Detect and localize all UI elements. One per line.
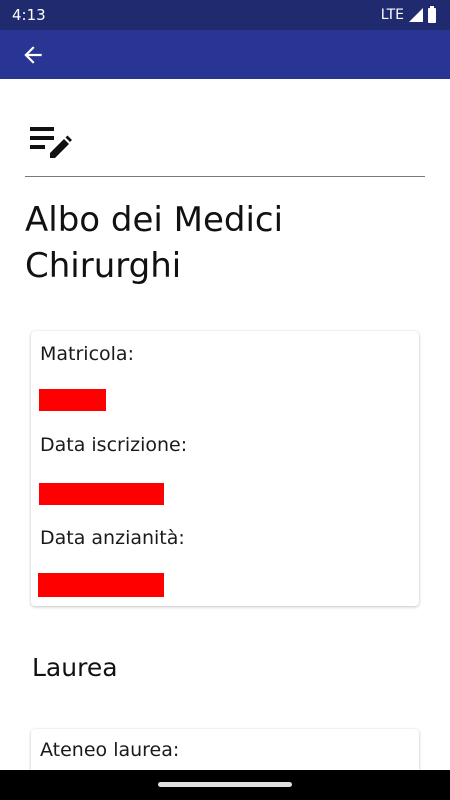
degree-card: Ateneo laurea: (31, 729, 419, 770)
redacted-value-matricola (39, 389, 106, 411)
field-label-data-iscrizione: Data iscrizione: (40, 434, 188, 456)
status-bar: 4:13 LTE (0, 0, 450, 30)
status-indicators: LTE (380, 5, 436, 24)
edit-list-icon (30, 127, 72, 158)
navigation-bar (0, 770, 450, 800)
network-type: LTE (380, 7, 404, 23)
redacted-value-data-iscrizione (39, 483, 164, 505)
field-label-ateneo-laurea: Ateneo laurea: (40, 739, 180, 761)
content-scroll-area[interactable]: Albo dei Medici Chirurghi Matricola: Dat… (0, 79, 450, 770)
app-bar (0, 30, 450, 79)
arrow-left-icon (24, 46, 42, 64)
back-button[interactable] (20, 42, 46, 68)
field-label-data-anzianita: Data anzianità: (40, 527, 185, 549)
status-time: 4:13 (12, 6, 46, 24)
header-divider (25, 176, 425, 177)
home-indicator[interactable] (158, 782, 292, 787)
page-title: Albo dei Medici Chirurghi (25, 200, 284, 286)
section-title-laurea: Laurea (32, 653, 118, 682)
signal-icon (409, 8, 423, 22)
battery-icon (428, 5, 436, 23)
field-label-matricola: Matricola: (40, 343, 134, 365)
registration-card: Matricola: Data iscrizione: Data anziani… (31, 331, 419, 606)
redacted-value-data-anzianita (38, 573, 164, 597)
